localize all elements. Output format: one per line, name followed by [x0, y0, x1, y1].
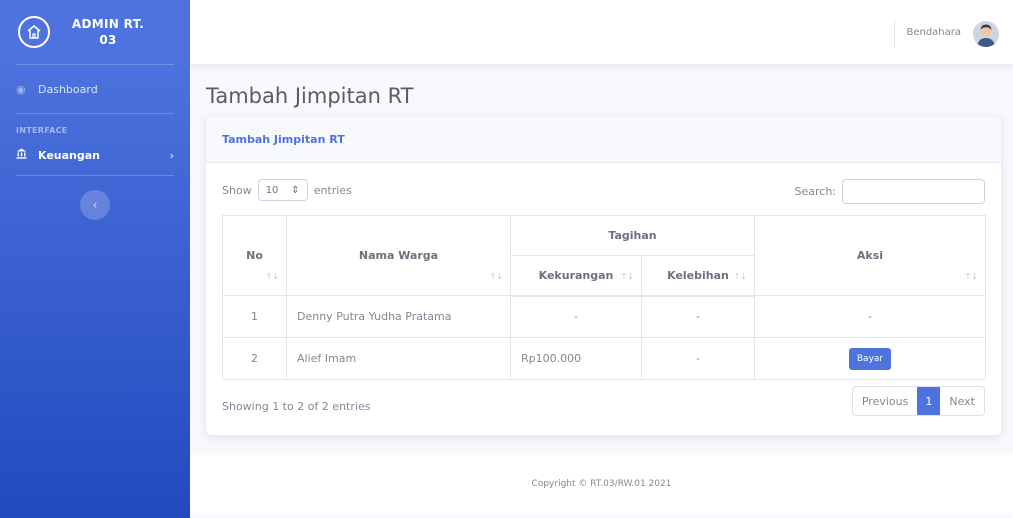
chevron-right-icon: › — [169, 148, 174, 162]
sort-icon: ↑↓ — [265, 272, 279, 281]
copyright-text: Copyright © RT.03/RW.01 2021 — [531, 479, 672, 489]
select-arrows-icon: ⇕ — [291, 184, 300, 196]
search-label: Search: — [794, 185, 837, 198]
entries-label: entries — [313, 183, 352, 197]
chevron-left-icon: ‹ — [92, 198, 98, 212]
cell-aksi: - — [754, 295, 986, 338]
footer: Copyright © RT.03/RW.01 2021 — [190, 455, 1013, 513]
cell-kelebihan: - — [641, 295, 755, 338]
sort-icon: ↑↓ — [733, 271, 747, 281]
column-header-label: Aksi — [856, 249, 884, 262]
column-header-label: Nama Warga — [358, 249, 439, 262]
column-header-aksi[interactable]: Aksi ↑↓ — [754, 215, 986, 296]
sidebar-item-label: Keuangan — [38, 148, 101, 162]
entries-select-value: 10 — [265, 184, 279, 196]
bayar-button[interactable]: Bayar — [848, 347, 892, 370]
column-header-nama-warga[interactable]: Nama Warga ↑↓ — [286, 215, 511, 296]
table-row: 2 Alief Imam Rp100.000 - Bayar — [222, 337, 986, 380]
column-header-no[interactable]: No ↑↓ — [222, 215, 287, 296]
brand-title: ADMIN RT. 03 — [71, 17, 145, 47]
sidebar-item-dashboard[interactable]: ◉ Dashboard — [0, 65, 190, 113]
cell-no: 2 — [222, 337, 287, 380]
cell-nama: Denny Putra Yudha Pratama — [286, 295, 511, 338]
cell-kelebihan: - — [641, 337, 755, 380]
show-label: Show — [222, 183, 252, 197]
sidebar-toggle-button[interactable]: ‹ — [80, 190, 110, 220]
column-header-label: Kekurangan — [538, 268, 614, 282]
sidebar-item-keuangan[interactable]: Keuangan › — [0, 135, 190, 175]
pagination-previous[interactable]: Previous — [853, 387, 918, 415]
cell-no: 1 — [222, 295, 287, 338]
data-card: Tambah Jimpitan RT Show 10 ⇕ entries Sea… — [206, 117, 1001, 435]
sidebar-item-label: Dashboard — [38, 82, 98, 96]
table-info: Showing 1 to 2 of 2 entries — [222, 400, 371, 413]
sort-icon: ↑↓ — [964, 272, 978, 281]
sort-icon: ↑↓ — [489, 272, 503, 281]
topbar-divider — [894, 20, 895, 48]
cell-nama: Alief Imam — [286, 337, 511, 380]
jimpitan-table: No ↑↓ Nama Warga ↑↓ Tagihan Aksi ↑↓ Keku… — [222, 215, 986, 380]
pagination-next[interactable]: Next — [940, 387, 984, 415]
cell-kekurangan: Rp100.000 — [510, 337, 642, 380]
topbar: Bendahara — [190, 0, 1013, 64]
cell-aksi: Bayar — [754, 337, 986, 380]
column-header-kelebihan[interactable]: Kelebihan ↑↓ — [641, 255, 755, 297]
cell-kekurangan: - — [510, 295, 642, 338]
avatar[interactable] — [973, 21, 999, 47]
column-header-kekurangan[interactable]: Kekurangan ↑↓ — [510, 255, 642, 297]
bank-icon — [16, 148, 32, 162]
card-header: Tambah Jimpitan RT — [206, 117, 1001, 163]
column-header-label: Kelebihan — [667, 268, 729, 282]
sidebar-heading: INTERFACE — [16, 126, 68, 135]
table-row: 1 Denny Putra Yudha Pratama - - - — [222, 295, 986, 338]
search-input[interactable] — [842, 179, 985, 204]
page-title: Tambah Jimpitan RT — [206, 84, 414, 108]
home-icon — [18, 16, 50, 48]
pagination-page-1[interactable]: 1 — [917, 387, 941, 415]
sidebar: ADMIN RT. 03 ◉ Dashboard INTERFACE Keuan… — [0, 0, 190, 518]
pagination: Previous 1 Next — [851, 386, 985, 416]
sort-icon: ↑↓ — [620, 271, 634, 281]
search-control: Search: — [794, 179, 985, 204]
dashboard-icon: ◉ — [16, 82, 26, 96]
user-name[interactable]: Bendahara — [906, 27, 961, 38]
sidebar-divider — [16, 175, 174, 176]
column-group-tagihan: Tagihan — [510, 215, 755, 256]
entries-length-control: Show 10 ⇕ entries — [222, 179, 352, 201]
sidebar-brand[interactable]: ADMIN RT. 03 — [0, 0, 190, 64]
column-header-label: No — [246, 249, 263, 262]
entries-select[interactable]: 10 ⇕ — [257, 179, 308, 201]
